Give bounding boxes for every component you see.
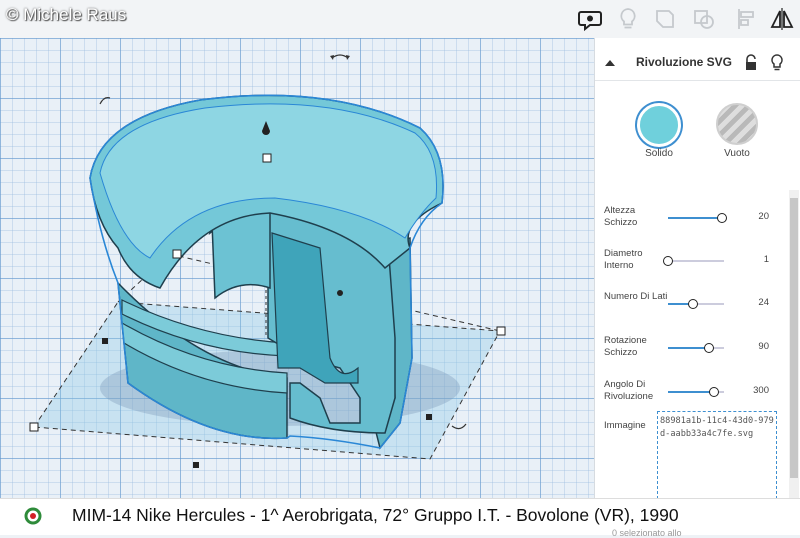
prop-slider[interactable] xyxy=(668,213,728,223)
prop-label: Numero Di Lati xyxy=(604,291,668,302)
panel-header: Rivoluzione SVG xyxy=(595,46,800,81)
shape-properties-panel: Rivoluzione SVG Solido Vuoto Altezza Sch… xyxy=(594,38,800,499)
hole-mode-button[interactable] xyxy=(716,103,758,145)
rotate-arrow-icon[interactable] xyxy=(99,97,111,105)
edge-handle[interactable] xyxy=(102,338,108,344)
corner-handle[interactable] xyxy=(29,422,39,432)
prop-slider[interactable] xyxy=(668,387,724,397)
model-viewport[interactable] xyxy=(0,38,594,498)
prop-value[interactable]: 300 xyxy=(735,385,769,396)
caption-text: MIM-14 Nike Hercules - 1^ Aerobrigata, 7… xyxy=(72,505,679,525)
rotate-arrow-icon[interactable] xyxy=(451,423,467,430)
bulb-icon[interactable] xyxy=(769,53,785,73)
prop-value[interactable]: 20 xyxy=(735,211,769,222)
align-icon[interactable] xyxy=(732,5,760,33)
prop-label: Angolo Di Rivoluzione xyxy=(604,379,654,402)
corner-handle[interactable] xyxy=(172,249,182,259)
solid-mode-button[interactable] xyxy=(637,103,681,147)
image-filename: 88981a1b-11c4-43d0-979d-aabb33a4c7fe.svg xyxy=(660,416,774,439)
panel-scrollbar[interactable] xyxy=(789,190,799,498)
solid-label: Solido xyxy=(645,148,673,159)
shape-outline-icon[interactable] xyxy=(652,5,680,33)
caption-bar: MIM-14 Nike Hercules - 1^ Aerobrigata, 7… xyxy=(0,498,800,538)
edge-handle[interactable] xyxy=(426,414,432,420)
slider-knob[interactable] xyxy=(663,256,673,266)
prop-slider[interactable] xyxy=(668,343,724,353)
prop-label: Altezza Schizzo xyxy=(604,205,638,228)
top-toolbar: © Michele Raus xyxy=(0,0,800,39)
collapse-icon[interactable] xyxy=(603,56,617,70)
rotate-arrow-icon[interactable] xyxy=(331,54,349,59)
hole-label: Vuoto xyxy=(724,148,750,159)
slider-fill xyxy=(668,217,723,219)
prop-slider[interactable] xyxy=(663,256,724,266)
panel-title: Rivoluzione SVG xyxy=(636,55,733,69)
selection-status: 0 selezionato allo xyxy=(612,528,682,538)
slider-knob[interactable] xyxy=(709,387,720,397)
workplane[interactable] xyxy=(0,38,594,498)
group-icon[interactable] xyxy=(690,5,718,33)
prop-label: Rotazione Schizzo xyxy=(604,335,647,358)
corner-handle[interactable] xyxy=(496,326,506,336)
slider-knob[interactable] xyxy=(717,213,728,223)
edge-handle[interactable] xyxy=(193,462,199,468)
height-handle[interactable] xyxy=(262,153,272,163)
watermark: © Michele Raus xyxy=(6,5,127,24)
lock-icon[interactable] xyxy=(743,54,759,72)
prop-value[interactable]: 90 xyxy=(735,341,769,352)
slider-knob[interactable] xyxy=(703,343,714,353)
slider-fill xyxy=(668,391,715,393)
prop-value[interactable]: 1 xyxy=(735,254,769,265)
image-drop-field[interactable]: 88981a1b-11c4-43d0-979d-aabb33a4c7fe.svg xyxy=(657,411,777,499)
scroll-thumb[interactable] xyxy=(790,198,798,478)
prop-slider[interactable] xyxy=(668,299,724,309)
bulb-icon[interactable] xyxy=(614,5,642,33)
prop-label: Diametro Interno xyxy=(604,248,643,271)
slider-fill xyxy=(668,347,709,349)
slider-knob[interactable] xyxy=(688,299,699,309)
mirror-icon[interactable] xyxy=(768,5,796,33)
image-label: Immagine xyxy=(604,420,646,431)
prop-value[interactable]: 24 xyxy=(735,297,769,308)
roundel-icon xyxy=(24,507,42,525)
comment-icon[interactable] xyxy=(576,5,604,33)
